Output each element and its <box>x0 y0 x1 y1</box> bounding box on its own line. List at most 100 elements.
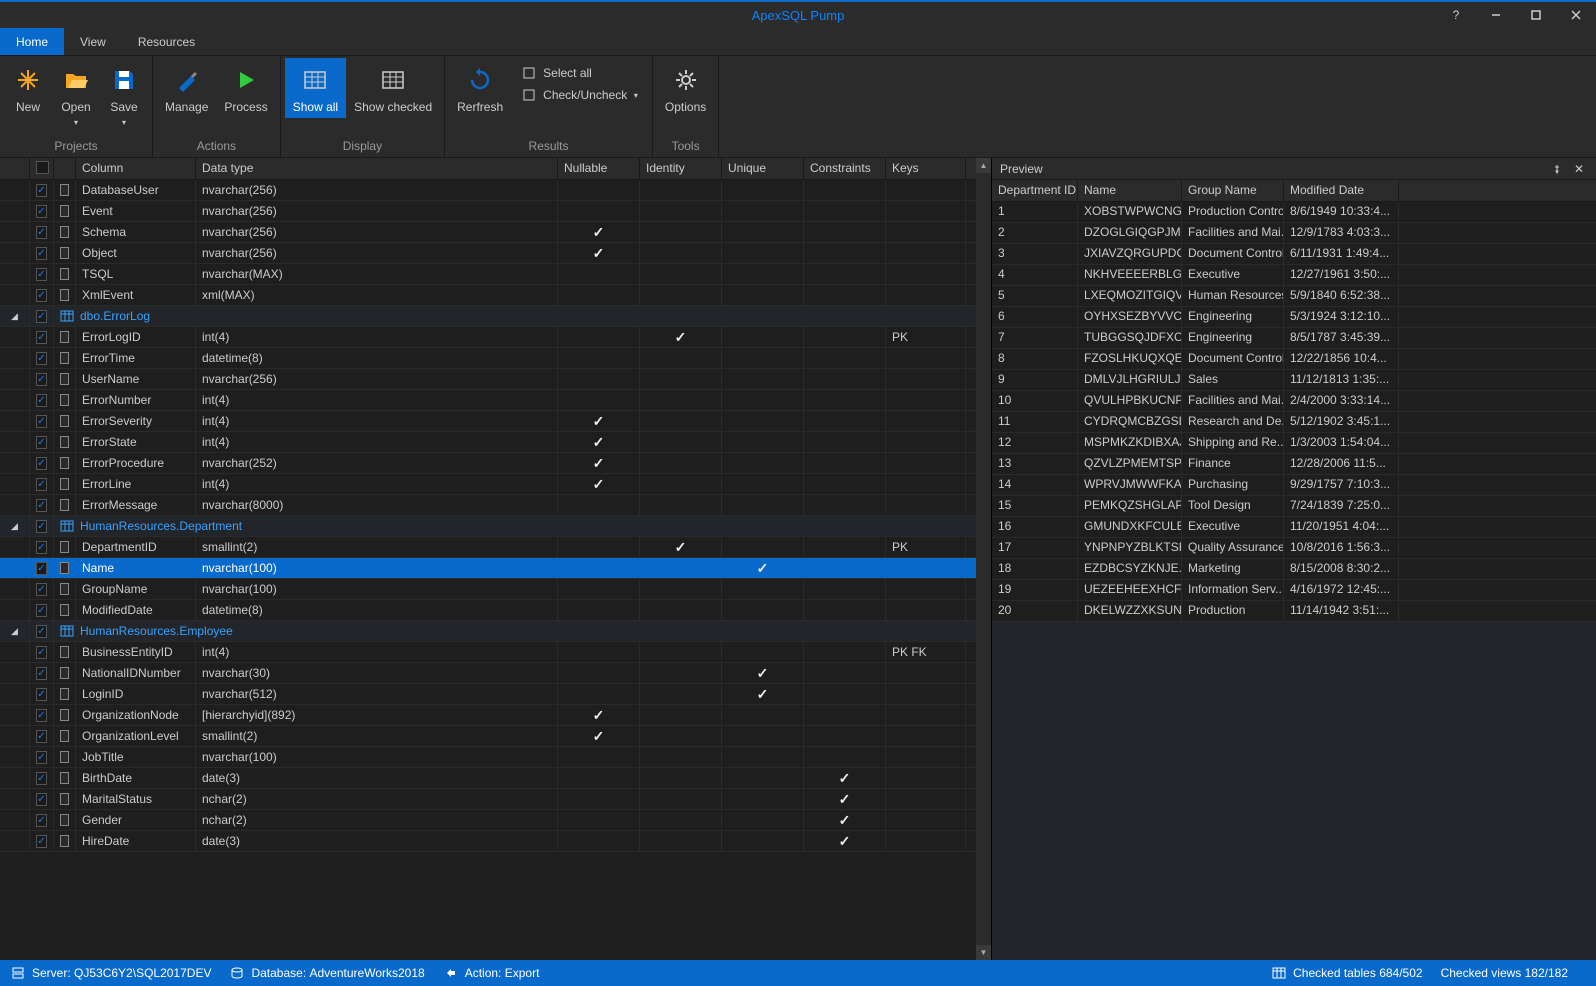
column-row[interactable]: Namenvarchar(100)✓ <box>0 558 991 579</box>
column-row[interactable]: Eventnvarchar(256) <box>0 201 991 222</box>
tab-home[interactable]: Home <box>0 28 64 55</box>
scroll-down-icon[interactable]: ▼ <box>976 945 991 960</box>
help-button[interactable]: ? <box>1436 2 1476 28</box>
row-checkbox[interactable] <box>30 705 54 725</box>
checkbox-icon[interactable] <box>36 583 47 596</box>
header-nullable[interactable]: Nullable <box>558 158 640 179</box>
checkbox-icon[interactable] <box>36 814 47 827</box>
checkbox-icon[interactable] <box>36 415 47 428</box>
header-identity[interactable]: Identity <box>640 158 722 179</box>
selectall-button[interactable]: Select all <box>515 62 644 84</box>
refresh-button[interactable]: Rerfresh <box>449 58 511 118</box>
checkbox-icon[interactable] <box>36 478 47 491</box>
close-button[interactable] <box>1556 2 1596 28</box>
row-checkbox[interactable] <box>30 180 54 200</box>
row-checkbox[interactable] <box>30 663 54 683</box>
scroll-up-icon[interactable]: ▲ <box>976 158 991 173</box>
header-column[interactable]: Column <box>76 158 196 179</box>
column-row[interactable]: ErrorProcedurenvarchar(252)✓ <box>0 453 991 474</box>
checkbox-icon[interactable] <box>36 394 47 407</box>
checkbox-icon[interactable] <box>36 709 47 722</box>
column-row[interactable]: OrganizationNode[hierarchyid](892)✓ <box>0 705 991 726</box>
header-expand[interactable] <box>0 158 30 179</box>
checkbox-icon[interactable] <box>36 352 47 365</box>
save-button[interactable]: Save▾ <box>100 58 148 132</box>
column-row[interactable]: ErrorMessagenvarchar(8000) <box>0 495 991 516</box>
checkbox-icon[interactable] <box>36 541 47 554</box>
grid-vscroll[interactable]: ▲ ▼ <box>976 158 991 960</box>
preview-row[interactable]: 18EZDBCSYZKNJE...Marketing8/15/2008 8:30… <box>992 559 1596 580</box>
column-row[interactable]: ErrorNumberint(4) <box>0 390 991 411</box>
preview-row[interactable]: 6OYHXSEZBYVVC...Engineering5/3/1924 3:12… <box>992 307 1596 328</box>
expand-toggle[interactable]: ◢ <box>0 516 30 536</box>
row-checkbox[interactable] <box>30 264 54 284</box>
preview-row[interactable]: 5LXEQMOZITGIQV...Human Resources5/9/1840… <box>992 286 1596 307</box>
checkbox-icon[interactable] <box>36 373 47 386</box>
column-row[interactable]: ErrorLogIDint(4)✓PK <box>0 327 991 348</box>
column-row[interactable]: UserNamenvarchar(256) <box>0 369 991 390</box>
row-checkbox[interactable] <box>30 747 54 767</box>
row-checkbox[interactable] <box>30 432 54 452</box>
tab-resources[interactable]: Resources <box>122 28 211 55</box>
checkbox-icon[interactable] <box>36 247 47 260</box>
row-checkbox[interactable] <box>30 201 54 221</box>
row-checkbox[interactable] <box>30 495 54 515</box>
column-row[interactable]: XmlEventxml(MAX) <box>0 285 991 306</box>
table-group-row[interactable]: ◢dbo.ErrorLog <box>0 306 991 327</box>
column-row[interactable]: ErrorSeverityint(4)✓ <box>0 411 991 432</box>
column-row[interactable]: GroupNamenvarchar(100) <box>0 579 991 600</box>
checkbox-icon[interactable] <box>36 289 47 302</box>
row-checkbox[interactable] <box>30 684 54 704</box>
column-row[interactable]: OrganizationLevelsmallint(2)✓ <box>0 726 991 747</box>
checkbox-icon[interactable] <box>36 646 47 659</box>
row-checkbox[interactable] <box>30 600 54 620</box>
header-check[interactable] <box>30 158 54 179</box>
row-checkbox[interactable] <box>30 411 54 431</box>
column-row[interactable]: DepartmentIDsmallint(2)✓PK <box>0 537 991 558</box>
column-row[interactable]: MaritalStatusnchar(2)✓ <box>0 789 991 810</box>
minimize-button[interactable] <box>1476 2 1516 28</box>
row-checkbox[interactable] <box>30 621 54 641</box>
preview-row[interactable]: 4NKHVEEEERBLGL...Executive12/27/1961 3:5… <box>992 265 1596 286</box>
column-row[interactable]: ErrorStateint(4)✓ <box>0 432 991 453</box>
row-checkbox[interactable] <box>30 369 54 389</box>
preview-row[interactable]: 16GMUNDXKFCULB...Executive11/20/1951 4:0… <box>992 517 1596 538</box>
manage-button[interactable]: Manage <box>157 58 216 118</box>
maximize-button[interactable] <box>1516 2 1556 28</box>
checkbox-icon[interactable] <box>36 793 47 806</box>
checkbox-icon[interactable] <box>36 835 47 848</box>
preview-close-icon[interactable]: ✕ <box>1570 162 1588 176</box>
table-group-row[interactable]: ◢HumanResources.Employee <box>0 621 991 642</box>
checkbox-icon[interactable] <box>36 331 47 344</box>
preview-row[interactable]: 3JXIAVZQRGUPDO...Document Control6/11/19… <box>992 244 1596 265</box>
row-checkbox[interactable] <box>30 642 54 662</box>
checkbox-icon[interactable] <box>36 436 47 449</box>
checkbox-icon[interactable] <box>36 625 47 638</box>
row-checkbox[interactable] <box>30 390 54 410</box>
checkbox-icon[interactable] <box>36 562 47 575</box>
row-checkbox[interactable] <box>30 222 54 242</box>
table-group-row[interactable]: ◢HumanResources.Department <box>0 516 991 537</box>
preview-row[interactable]: 12MSPMKZKDIBXAJ...Shipping and Re...1/3/… <box>992 433 1596 454</box>
checkbox-icon[interactable] <box>36 688 47 701</box>
row-checkbox[interactable] <box>30 285 54 305</box>
checkbox-icon[interactable] <box>36 457 47 470</box>
row-checkbox[interactable] <box>30 327 54 347</box>
column-row[interactable]: Schemanvarchar(256)✓ <box>0 222 991 243</box>
row-checkbox[interactable] <box>30 558 54 578</box>
preview-row[interactable]: 17YNPNPYZBLKTSR...Quality Assurance10/8/… <box>992 538 1596 559</box>
checkbox-icon[interactable] <box>36 268 47 281</box>
preview-row[interactable]: 14WPRVJMWWFKA...Purchasing9/29/1757 7:10… <box>992 475 1596 496</box>
preview-row[interactable]: 11CYDRQMCBZGSL...Research and De...5/12/… <box>992 412 1596 433</box>
column-row[interactable]: Objectnvarchar(256)✓ <box>0 243 991 264</box>
checkbox-icon[interactable] <box>36 205 47 218</box>
expand-toggle[interactable]: ◢ <box>0 621 30 641</box>
preview-header-date[interactable]: Modified Date <box>1284 180 1399 201</box>
checkbox-icon[interactable] <box>36 751 47 764</box>
checkbox-icon[interactable] <box>36 667 47 680</box>
row-checkbox[interactable] <box>30 348 54 368</box>
preview-row[interactable]: 2DZOGLGIQGPJMS...Facilities and Mai...12… <box>992 223 1596 244</box>
expand-toggle[interactable]: ◢ <box>0 306 30 326</box>
preview-row[interactable]: 15PEMKQZSHGLAP...Tool Design7/24/1839 7:… <box>992 496 1596 517</box>
column-row[interactable]: TSQLnvarchar(MAX) <box>0 264 991 285</box>
